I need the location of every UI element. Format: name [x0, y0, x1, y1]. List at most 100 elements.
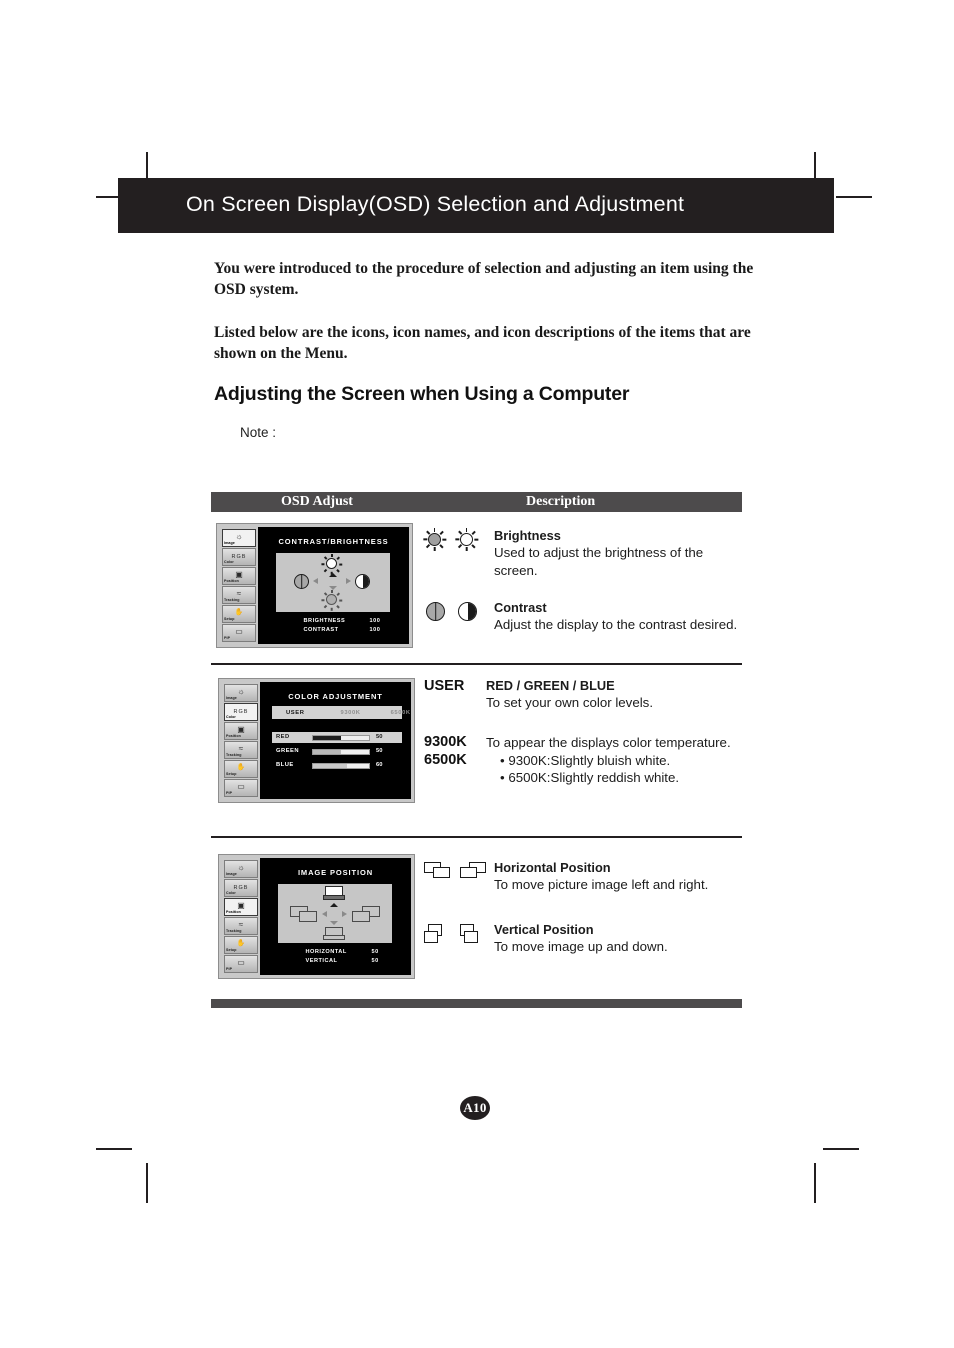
sun-icon [321, 590, 343, 611]
move-right-icon [352, 906, 380, 922]
osd-body-image-position: IMAGE POSITION HORIZONTAL 50 VERTICAL 50 [260, 858, 411, 975]
page-number-badge: A10 [460, 1096, 490, 1120]
osd-tab-label: Tracking [226, 753, 242, 757]
osd-tab-label: PIP [224, 636, 231, 640]
osd-stage-contrast-brightness [276, 553, 390, 612]
intro-paragraph-2: Listed below are the icons, icon names, … [214, 324, 751, 362]
osd-tab-label: Position [224, 579, 239, 583]
description-body: To set your own color levels. [486, 695, 654, 710]
osd-tab-pip[interactable]: ▭ PIP [224, 955, 258, 973]
color-slider-green[interactable]: GREEN 50 [272, 746, 402, 757]
half-circle-icon [355, 574, 370, 589]
osd-readouts-contrast-brightness: BRIGHTNESS 100 CONTRAST 100 [258, 617, 409, 635]
contrast-left-icon [294, 574, 309, 594]
readout-value: 50 [371, 949, 379, 955]
osd-tab-pip[interactable]: ▭ PIP [224, 779, 258, 797]
description-bullet-9300k: • 9300K:Slightly bluish white. [500, 752, 671, 768]
page-title: On Screen Display(OSD) Selection and Adj… [186, 192, 685, 216]
osd-screen-title: CONTRAST/BRIGHTNESS [278, 537, 389, 546]
color-preset-9300k[interactable]: 9300K [341, 710, 361, 716]
table-header-bar: OSD Adjust Description [211, 492, 742, 512]
color-preset-user[interactable]: USER [286, 710, 305, 716]
osd-body-color-adjustment: COLOR ADJUSTMENT USER 9300K 6500K RED 50… [260, 682, 411, 799]
sun-outline-icon [455, 528, 479, 551]
description-body: Adjust the display to the contrast desir… [494, 617, 738, 632]
osd-tab-label: PIP [226, 967, 233, 971]
horizontal-position-icon-pair [424, 860, 486, 884]
rect-pair-up-icon [424, 924, 446, 946]
description-text-horizontal-position: Horizontal Position To move picture imag… [494, 860, 744, 894]
description-body: To move picture image left and right. [494, 877, 709, 892]
osd-tab-label: Color [226, 891, 236, 895]
slider-fill [313, 763, 347, 768]
osd-tab-label: PIP [226, 791, 233, 795]
image-icon: ☼ [235, 532, 243, 541]
osd-tab-label: Setup [224, 617, 235, 621]
description-body: Used to adjust the brightness of the scr… [494, 545, 704, 578]
rect-pair-left-icon [424, 862, 452, 880]
osd-tab-tracking[interactable]: ≈ Tracking [224, 741, 258, 759]
crop-mark-bottom-left-horizontal [96, 1148, 132, 1150]
description-title: RED / GREEN / BLUE [486, 678, 615, 693]
description-row-user: USER RED / GREEN / BLUE To set your own … [424, 678, 744, 734]
osd-tab-label: Position [226, 734, 241, 738]
page-header-banner: On Screen Display(OSD) Selection and Adj… [118, 178, 834, 233]
readout-key: VERTICAL [305, 958, 338, 964]
osd-tab-image[interactable]: ☼ Image [222, 529, 256, 547]
osd-readout-row: HORIZONTAL 50 [260, 948, 411, 957]
osd-tab-color[interactable]: RGB Color [224, 879, 258, 897]
column-header-description: Description [526, 494, 596, 509]
osd-tab-image[interactable]: ☼ Image [224, 684, 258, 702]
rect-pair-right-icon [460, 862, 488, 880]
osd-tab-color[interactable]: RGB Color [222, 548, 256, 566]
osd-tab-tracking[interactable]: ≈ Tracking [222, 586, 256, 604]
color-slider-red[interactable]: RED 50 [272, 732, 402, 743]
osd-readout-row: BRIGHTNESS 100 [258, 617, 409, 626]
description-key-6500k: 6500K [424, 752, 467, 768]
rect-pair-down-icon [460, 924, 482, 946]
osd-tab-label: Color [224, 560, 234, 564]
color-slider-blue[interactable]: BLUE 60 [272, 760, 402, 771]
osd-tab-position[interactable]: ▣ Position [224, 722, 258, 740]
description-text-contrast: Contrast Adjust the display to the contr… [494, 600, 744, 634]
half-circle-filled-icon [458, 602, 477, 621]
osd-tab-setup[interactable]: ✋ Setup [222, 605, 256, 623]
section-divider-1 [211, 663, 742, 665]
slider-value: 60 [376, 762, 383, 768]
description-key-user: USER [424, 678, 465, 694]
slider-track [312, 734, 370, 741]
description-row-brightness: Brightness Used to adjust the brightness… [423, 528, 744, 598]
column-header-osd-adjust: OSD Adjust [281, 494, 353, 509]
osd-readout-row: CONTRAST 100 [258, 626, 409, 635]
right-arrow-icon [346, 578, 351, 584]
slider-label: GREEN [276, 748, 300, 754]
down-marker-icon [329, 586, 337, 590]
readout-key: BRIGHTNESS [303, 618, 346, 624]
osd-tab-tracking[interactable]: ≈ Tracking [224, 917, 258, 935]
readout-value: 100 [369, 618, 381, 624]
osd-tab-position[interactable]: ▣ Position [224, 898, 258, 916]
osd-tab-color[interactable]: RGB Color [224, 703, 258, 721]
description-text-vertical-position: Vertical Position To move image up and d… [494, 922, 744, 956]
readout-value: 100 [369, 627, 381, 633]
description-text-temperature: To appear the displays color temperature… [486, 734, 744, 787]
osd-tab-pip[interactable]: ▭ PIP [222, 624, 256, 642]
description-title: Contrast [494, 600, 547, 615]
osd-tab-position[interactable]: ▣ Position [222, 567, 256, 585]
osd-tab-setup[interactable]: ✋ Setup [224, 760, 258, 778]
image-icon: ☼ [237, 687, 245, 696]
slider-label: RED [276, 734, 290, 740]
osd-sidebar-image-position: ☼ Image RGB Color ▣ Position ≈ Tracking … [222, 858, 260, 975]
crop-mark-bottom-right-horizontal [823, 1148, 859, 1150]
contrast-right-icon [355, 574, 370, 594]
osd-body-contrast-brightness: CONTRAST/BRIGHTNESS BRIGHTNESS 100 CONTR… [258, 527, 409, 644]
up-marker-icon [330, 903, 338, 907]
osd-tab-setup[interactable]: ✋ Setup [224, 936, 258, 954]
section-heading: Adjusting the Screen when Using a Comput… [214, 383, 630, 405]
sun-filled-icon [423, 528, 447, 551]
description-row-vertical-position: Vertical Position To move image up and d… [424, 922, 744, 982]
color-preset-6500k[interactable]: 6500K [391, 710, 411, 716]
osd-tab-image[interactable]: ☼ Image [224, 860, 258, 878]
left-arrow-icon [313, 578, 318, 584]
contrast-icon-pair [424, 600, 484, 624]
